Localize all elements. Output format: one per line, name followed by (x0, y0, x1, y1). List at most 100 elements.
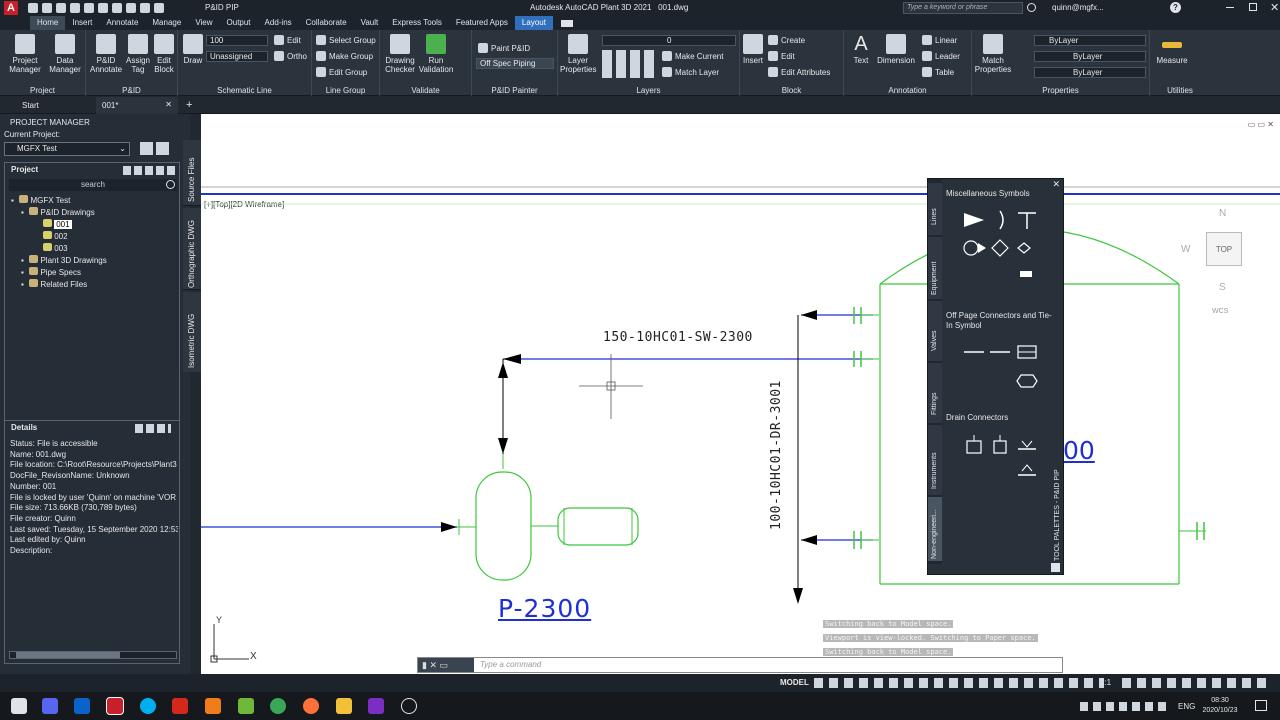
model-space-toggle[interactable]: MODEL (780, 678, 809, 687)
language-indicator[interactable]: ENG (1178, 702, 1195, 711)
minimize-button[interactable] (1226, 7, 1234, 8)
tab-manage[interactable]: Manage (145, 16, 188, 30)
palette-tab-valves[interactable]: Valves (928, 301, 942, 361)
misc-symbols[interactable] (950, 207, 1060, 297)
palette-properties-icon[interactable] (1051, 563, 1060, 572)
make-group-button[interactable]: Make Group (316, 50, 373, 62)
tree-node-drawing-003[interactable]: 003 (9, 243, 107, 255)
layer-tools-icon[interactable] (602, 50, 658, 78)
firefox-icon[interactable] (303, 698, 319, 714)
autocad-taskbar-icon[interactable] (106, 697, 124, 715)
tree-node-related-files[interactable]: ▪ Related Files (9, 279, 107, 291)
ribbon-options-icon[interactable] (560, 19, 573, 27)
line-size-dropdown[interactable]: 100 (206, 35, 268, 46)
edit-block-button[interactable]: Edit Block (152, 34, 176, 74)
scroll-thumb[interactable] (16, 652, 120, 658)
line-tag-horizontal[interactable]: 150-10HC01-SW-2300 (603, 330, 753, 345)
draw-button[interactable]: Draw (182, 34, 204, 65)
select-group-button[interactable]: Select Group (316, 34, 376, 46)
tree-node-drawing-001[interactable]: 001 (9, 219, 107, 231)
tab-add-ins[interactable]: Add-ins (258, 16, 299, 30)
doc-tab-start[interactable]: Start (22, 101, 39, 110)
off-page-connectors[interactable] (950, 341, 1060, 391)
block-create-button[interactable]: Create (768, 34, 805, 46)
tab-express-tools[interactable]: Express Tools (385, 16, 449, 30)
tree-node-pipe-specs[interactable]: ▪ Pipe Specs (9, 267, 107, 279)
viewcube-north[interactable]: N (1219, 208, 1226, 219)
assign-tag-button[interactable]: Assign Tag (124, 34, 152, 74)
palette-tab-equipment[interactable]: Equipment (928, 237, 942, 299)
off-spec-piping-dropdown[interactable]: Off Spec Piping (476, 58, 554, 69)
palette-tab-instruments[interactable]: Instruments (928, 425, 942, 495)
text-button[interactable]: A Text (848, 34, 874, 65)
project-toolbar-icons[interactable] (123, 166, 175, 175)
ortho-button[interactable]: Ortho (274, 50, 307, 62)
close-icon[interactable]: ✕ (165, 100, 172, 109)
app-orange-icon[interactable] (205, 698, 221, 714)
block-edit-button[interactable]: Edit (768, 50, 795, 62)
viewcube-south[interactable]: S (1219, 282, 1226, 293)
system-tray-icons[interactable] (1080, 702, 1170, 711)
paint-pid-button[interactable]: Paint P&ID (478, 42, 530, 54)
discord-icon[interactable] (42, 698, 58, 714)
table-button[interactable]: Table (922, 66, 954, 78)
new-tab-button[interactable]: + (186, 99, 192, 111)
drawing-checker-button[interactable]: Drawing Checker (382, 34, 418, 74)
file-explorer-icon[interactable] (336, 698, 352, 714)
annotation-scale[interactable]: 1:1 (1100, 678, 1111, 687)
dimension-button[interactable]: Dimension (876, 34, 916, 65)
acrobat-icon[interactable] (172, 698, 188, 714)
palette-tab-lines[interactable]: Lines (928, 183, 942, 235)
palette-tab-fittings[interactable]: Fittings (928, 363, 942, 423)
line-tag-vertical[interactable]: 100-10HC01-DR-3001 (769, 380, 784, 530)
help-icon[interactable]: ? (1170, 2, 1181, 13)
lineweight-dropdown[interactable]: ByLayer (1034, 67, 1146, 78)
layer-dropdown[interactable]: 0 (602, 35, 736, 46)
color-dropdown[interactable]: ByLayer (1034, 35, 1146, 46)
palette-tab-non-engineering[interactable]: Non-engineeri... (928, 497, 942, 561)
user-account[interactable]: quinn@mgfx... (1052, 3, 1104, 12)
tab-annotate[interactable]: Annotate (99, 16, 145, 30)
vtab-orthographic[interactable]: Orthographic DWG (183, 208, 201, 290)
match-layer-button[interactable]: Match Layer (662, 66, 719, 78)
pid-annotate-button[interactable]: P&ID Annotate (88, 34, 124, 74)
schematic-edit-button[interactable]: Edit (274, 34, 301, 46)
insert-button[interactable]: Insert (740, 34, 766, 65)
make-current-button[interactable]: Make Current (662, 50, 723, 62)
vessel-tag[interactable]: 00 (1063, 436, 1095, 465)
vtab-source-files[interactable]: Source Files (183, 140, 201, 206)
app-green-icon[interactable] (238, 698, 254, 714)
tree-node-pid-drawings[interactable]: ▪ P&ID Drawings (9, 207, 107, 219)
palette-close-button[interactable]: ✕ (1052, 179, 1060, 190)
status-settings-icons[interactable] (1122, 678, 1272, 688)
command-line-input[interactable]: ▮ ✕ ▭ Type a command (417, 657, 1063, 673)
close-window-button[interactable]: ✕ (1270, 1, 1279, 14)
measure-button[interactable]: Measure (1154, 34, 1190, 65)
match-properties-button[interactable]: Match Properties (974, 34, 1012, 74)
run-validation-button[interactable]: Run Validation (418, 34, 454, 74)
current-project-dropdown[interactable]: MGFX Test ⌄ (4, 142, 130, 156)
project-setup-icon[interactable] (140, 142, 153, 155)
app-circle-icon[interactable] (401, 698, 417, 714)
drain-connectors[interactable] (950, 435, 1060, 485)
tree-node-drawing-002[interactable]: 002 (9, 231, 107, 243)
tab-collaborate[interactable]: Collaborate (299, 16, 354, 30)
project-copy-icon[interactable] (156, 142, 169, 155)
vtab-isometric[interactable]: Isometric DWG (183, 292, 201, 372)
wcs-menu[interactable]: WCS (1212, 308, 1228, 315)
viewcube-west[interactable]: W (1181, 244, 1190, 255)
tab-insert[interactable]: Insert (65, 16, 99, 30)
help-search-input[interactable]: Type a keyword or phrase (903, 2, 1023, 14)
viewcube-top[interactable]: TOP (1206, 232, 1242, 266)
autocad-logo-icon[interactable]: A (4, 1, 18, 15)
tab-output[interactable]: Output (220, 16, 258, 30)
linear-dim-button[interactable]: Linear (922, 34, 957, 46)
edit-group-button[interactable]: Edit Group (316, 66, 367, 78)
search-icon[interactable] (166, 180, 175, 189)
project-manager-button[interactable]: Project Manager (6, 34, 44, 74)
layer-properties-button[interactable]: Layer Properties (560, 34, 596, 74)
doc-tab-001[interactable]: 001* ✕ (96, 97, 178, 114)
workspace-selector[interactable]: P&ID PIP (205, 3, 239, 12)
maximize-button[interactable] (1249, 3, 1257, 11)
details-scrollbar[interactable] (9, 651, 177, 659)
